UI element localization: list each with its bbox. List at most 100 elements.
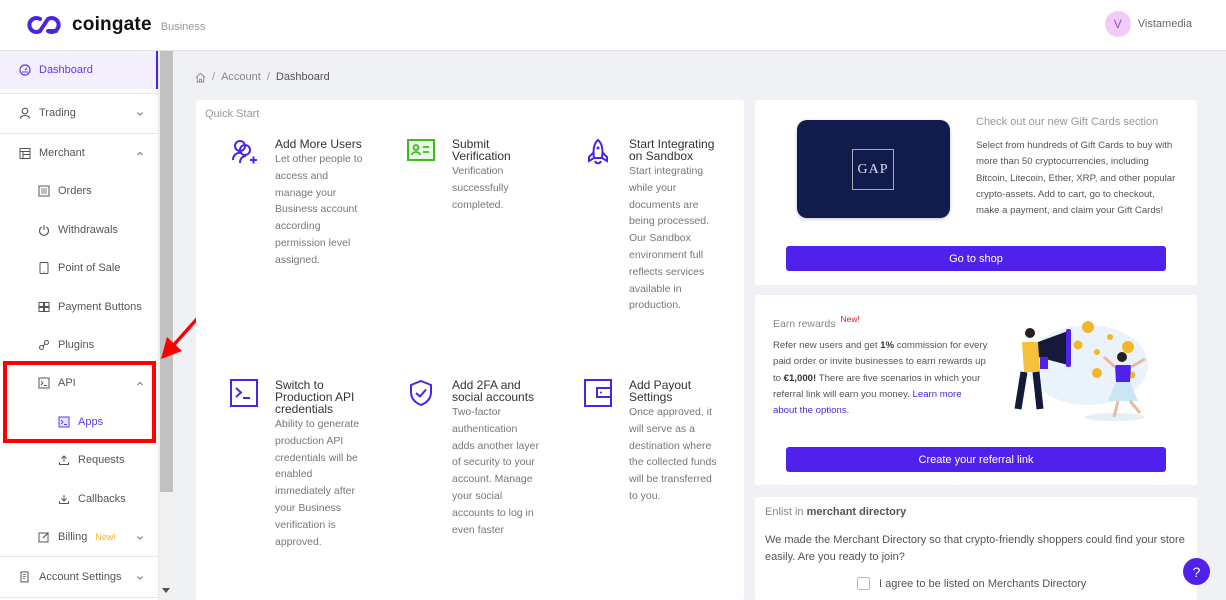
quick-start-item-desc: Start integrating while your documents a… xyxy=(629,163,719,314)
coingate-logo-icon xyxy=(26,14,64,36)
create-referral-link-button[interactable]: Create your referral link xyxy=(786,447,1166,472)
sidebar-item-label: Requests xyxy=(78,454,124,466)
grid-icon xyxy=(38,301,50,313)
sidebar-scrollbar-thumb[interactable] xyxy=(160,51,173,492)
sidebar-item-label: Callbacks xyxy=(78,493,126,505)
merchant-directory-card: Enlist in merchant directory We made the… xyxy=(755,497,1197,600)
divider xyxy=(0,597,158,598)
add-user-icon xyxy=(230,138,258,166)
help-button[interactable]: ? xyxy=(1183,558,1210,585)
document-icon xyxy=(19,571,31,583)
quick-start-item-title: Add 2FA and social accounts xyxy=(452,379,542,403)
breadcrumb-dashboard: Dashboard xyxy=(276,71,330,83)
id-card-icon xyxy=(407,138,435,166)
wallet-icon xyxy=(584,379,612,407)
power-icon xyxy=(38,224,50,236)
sidebar-item-callbacks[interactable]: Callbacks xyxy=(0,480,158,518)
avatar: V xyxy=(1105,11,1131,37)
title-bold: merchant directory xyxy=(807,506,907,518)
gap-logo: GAP xyxy=(852,149,894,190)
chevron-down-icon xyxy=(136,109,144,117)
sidebar-item-label: Account Settings xyxy=(39,571,122,583)
sidebar-item-label: Point of Sale xyxy=(58,262,120,274)
user-icon xyxy=(19,107,31,119)
max-reward-value: €1,000! xyxy=(784,373,817,384)
breadcrumb-separator: / xyxy=(212,71,215,83)
commission-value: 1% xyxy=(880,340,894,351)
quick-start-item-desc: Once approved, it will serve as a destin… xyxy=(629,404,719,505)
sidebar-item-orders[interactable]: Orders xyxy=(0,172,158,210)
user-name: Vistamedia xyxy=(1138,18,1192,30)
rewards-desc: Refer new users and get 1% commission fo… xyxy=(773,338,988,419)
new-badge: New! xyxy=(840,314,859,324)
breadcrumb-separator: / xyxy=(267,71,270,83)
megaphone-illustration-icon xyxy=(1000,317,1160,425)
highlight-box xyxy=(3,361,156,443)
sidebar: Dashboard Trading Merchant Orders Withdr… xyxy=(0,51,158,600)
rewards-card: Earn rewards New! Refer new users and get… xyxy=(755,295,1197,485)
scroll-down-arrow-icon[interactable] xyxy=(162,588,170,593)
download-icon xyxy=(58,493,70,505)
divider xyxy=(0,556,158,557)
merchant-directory-agree[interactable]: I agree to be listed on Merchants Direct… xyxy=(857,577,1086,590)
chevron-down-icon xyxy=(136,573,144,581)
agree-checkbox[interactable] xyxy=(857,577,870,590)
terminal-icon xyxy=(230,379,258,407)
sidebar-item-dashboard[interactable]: Dashboard xyxy=(0,51,158,89)
sidebar-item-billing[interactable]: Billing New! xyxy=(0,518,158,556)
chevron-down-icon xyxy=(136,533,144,541)
gift-cards-card: GAP Check out our new Gift Cards section… xyxy=(755,100,1197,285)
quick-start-card: Quick Start Add More Users Let other peo… xyxy=(196,100,744,600)
sidebar-item-point-of-sale[interactable]: Point of Sale xyxy=(0,249,158,287)
logo-text: coingate xyxy=(72,14,152,36)
quick-start-item-desc: Let other people to access and manage yo… xyxy=(275,151,365,269)
upload-icon xyxy=(58,454,70,466)
rewards-title-text: Earn rewards xyxy=(773,318,835,330)
sidebar-item-label: Trading xyxy=(39,107,76,119)
sidebar-item-label: Orders xyxy=(58,185,92,197)
home-icon[interactable] xyxy=(195,72,206,83)
merchant-directory-desc: We made the Merchant Directory so that c… xyxy=(765,532,1185,566)
sidebar-item-account-settings[interactable]: Account Settings xyxy=(0,558,158,596)
sidebar-item-merchant[interactable]: Merchant xyxy=(0,134,158,172)
sidebar-item-label: Payment Buttons xyxy=(58,301,142,313)
quick-start-item-desc: Verification successfully completed. xyxy=(452,163,542,213)
chevron-up-icon xyxy=(136,149,144,157)
edit-icon xyxy=(38,531,50,543)
breadcrumb: / Account / Dashboard xyxy=(195,71,330,83)
sidebar-item-label: Merchant xyxy=(39,147,85,159)
gift-cards-desc: Select from hundreds of Gift Cards to bu… xyxy=(976,138,1176,219)
gift-card-image: GAP xyxy=(797,120,950,218)
logo-subtitle: Business xyxy=(161,21,206,33)
gift-cards-title: Check out our new Gift Cards section xyxy=(976,116,1158,128)
sidebar-item-label: Withdrawals xyxy=(58,224,118,236)
rocket-icon xyxy=(584,138,612,166)
title-prefix: Enlist in xyxy=(765,506,807,518)
sidebar-item-payment-buttons[interactable]: Payment Buttons xyxy=(0,288,158,326)
tablet-icon xyxy=(38,262,50,274)
go-to-shop-button[interactable]: Go to shop xyxy=(786,246,1166,271)
store-icon xyxy=(19,147,31,159)
sidebar-item-withdrawals[interactable]: Withdrawals xyxy=(0,211,158,249)
logo[interactable]: coingate Business xyxy=(26,14,205,36)
sidebar-item-label: Dashboard xyxy=(39,64,93,76)
quick-start-item-title: Submit Verification xyxy=(452,138,542,162)
quick-start-title: Quick Start xyxy=(205,108,259,120)
quick-start-item-title: Add Payout Settings xyxy=(629,379,719,403)
dashboard-icon xyxy=(19,64,31,76)
sidebar-item-plugins[interactable]: Plugins xyxy=(0,326,158,364)
user-menu[interactable]: V Vistamedia xyxy=(1105,11,1192,37)
plugin-icon xyxy=(38,339,50,351)
new-badge: New! xyxy=(95,532,116,542)
quick-start-item-desc: Two-factor authentication adds another l… xyxy=(452,404,542,538)
top-header: coingate Business V Vistamedia xyxy=(0,0,1226,51)
shield-check-icon xyxy=(407,379,435,407)
rewards-desc-text: Refer new users and get xyxy=(773,340,880,351)
sidebar-item-requests[interactable]: Requests xyxy=(0,441,158,479)
quick-start-item-desc: Ability to generate production API crede… xyxy=(275,416,365,550)
breadcrumb-account[interactable]: Account xyxy=(221,71,261,83)
list-icon xyxy=(38,185,50,197)
sidebar-item-label: Billing xyxy=(58,531,87,543)
sidebar-item-trading[interactable]: Trading xyxy=(0,94,158,132)
sidebar-item-label: Plugins xyxy=(58,339,94,351)
